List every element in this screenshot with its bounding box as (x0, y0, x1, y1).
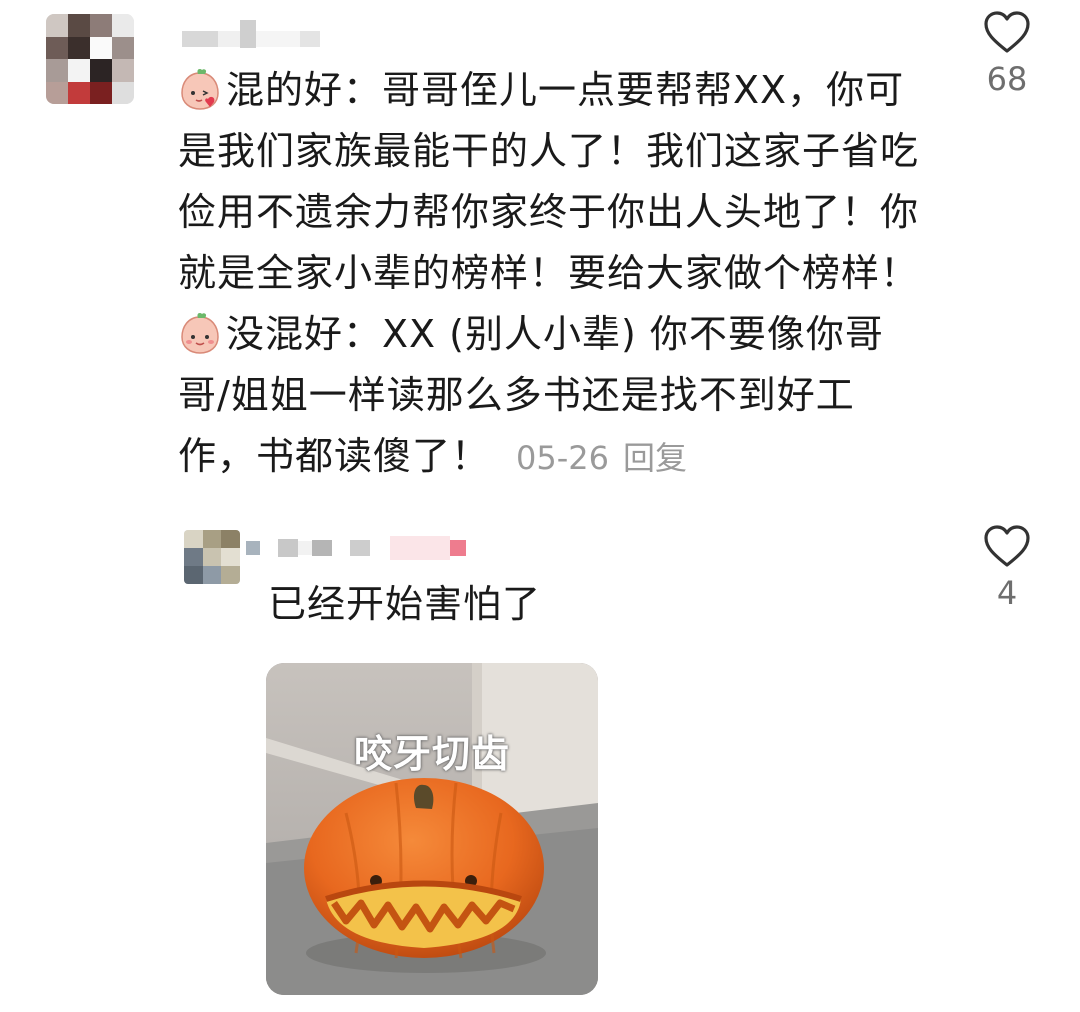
comment-line: 哥/姐姐一样读那么多书还是找不到好工 (178, 373, 855, 417)
smiling-peach-emoji-icon (181, 312, 219, 354)
comment-line-text: 作，书都读傻了！ (178, 434, 491, 478)
comment-prefix: 没混好： (226, 312, 383, 356)
comment-date: 05-26 (516, 439, 609, 477)
comment-meta: 05-26 回复 (516, 439, 687, 477)
avatar[interactable] (184, 530, 240, 584)
username-blurred[interactable] (182, 20, 320, 48)
comment-text: 已经开始害怕了 (268, 574, 541, 635)
comment-line-text: XX (别人小辈) 你不要像你哥 (382, 312, 884, 356)
comment-prefix: 混的好： (226, 68, 383, 112)
pumpkin-sticker-illustration (266, 663, 598, 995)
heart-outline-icon (984, 11, 1030, 53)
comment-line: 俭用不遗余力帮你家终于你出人头地了！你 (178, 190, 920, 234)
comment-line: 是我们家族最能干的人了！我们这家子省吃 (178, 129, 920, 173)
comment-line: 没混好：XX (别人小辈) 你不要像你哥 (178, 304, 919, 365)
reply-button[interactable]: 回复 (623, 439, 687, 477)
like-button[interactable]: 4 (972, 524, 1042, 612)
comment-line: 作，书都读傻了！ 05-26 回复 (178, 426, 919, 487)
heart-outline-icon (984, 525, 1030, 567)
like-button[interactable]: 68 (972, 10, 1042, 98)
username-blurred[interactable] (246, 536, 466, 560)
comment-line-text: 哥哥侄儿一点要帮帮XX，你可 (382, 68, 905, 112)
comment-line: 就是全家小辈的榜样！要给大家做个榜样！ (178, 251, 920, 295)
sticker-image[interactable]: 咬牙切齿 (266, 663, 598, 995)
sticker-caption: 咬牙切齿 (353, 732, 510, 776)
like-count: 4 (996, 574, 1018, 612)
like-count: 68 (986, 60, 1028, 98)
comment-line: 已经开始害怕了 (268, 582, 542, 626)
avatar[interactable] (46, 14, 134, 104)
blushing-peach-emoji-icon (181, 68, 219, 110)
comment-text: 混的好：哥哥侄儿一点要帮帮XX，你可 是我们家族最能干的人了！我们这家子省吃 俭… (178, 60, 919, 487)
comment-line: 混的好：哥哥侄儿一点要帮帮XX，你可 (178, 60, 919, 121)
